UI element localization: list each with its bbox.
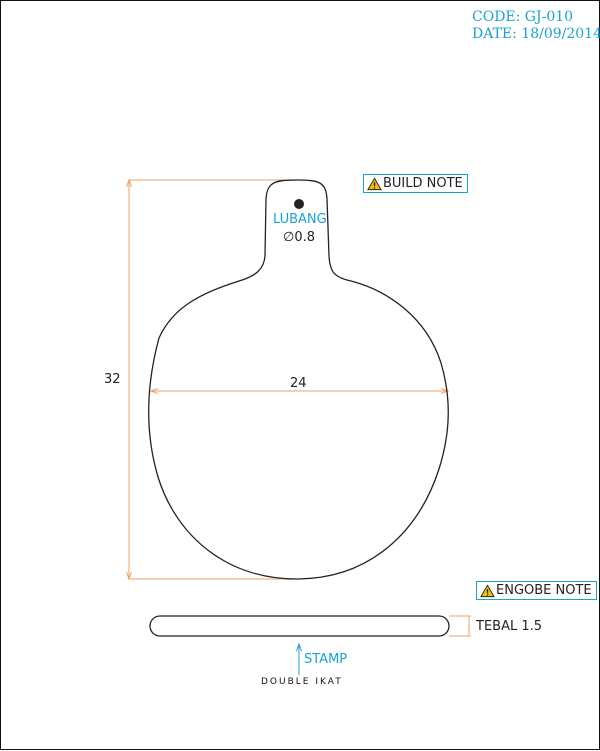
hole-label: LUBANG [273, 212, 327, 227]
hole-diameter-label: ∅0.8 [283, 230, 315, 245]
height-dimension [126, 178, 297, 581]
height-dimension-label: 32 [104, 372, 121, 387]
paddle-side-profile [149, 615, 450, 637]
engobe-note-tag[interactable]: ENGOBE NOTE [476, 581, 597, 600]
arrow-up-icon [296, 642, 302, 675]
build-note-tag[interactable]: BUILD NOTE [363, 174, 468, 193]
engobe-note-label: ENGOBE NOTE [496, 583, 592, 598]
warning-triangle-icon [480, 583, 495, 597]
hanging-hole [294, 199, 304, 209]
build-note-label: BUILD NOTE [383, 176, 463, 191]
drawing-sheet: CODE: GJ-010 DATE: 18/09/2014 32 24 LUBA… [0, 0, 600, 750]
double-ikat-logo: DOUBLE IKAT [261, 677, 343, 687]
width-dimension-label: 24 [290, 376, 307, 391]
stamp-label: STAMP [304, 652, 348, 667]
thickness-dimension [449, 615, 471, 637]
warning-triangle-icon [367, 176, 382, 190]
thickness-label: TEBAL 1.5 [476, 619, 543, 634]
